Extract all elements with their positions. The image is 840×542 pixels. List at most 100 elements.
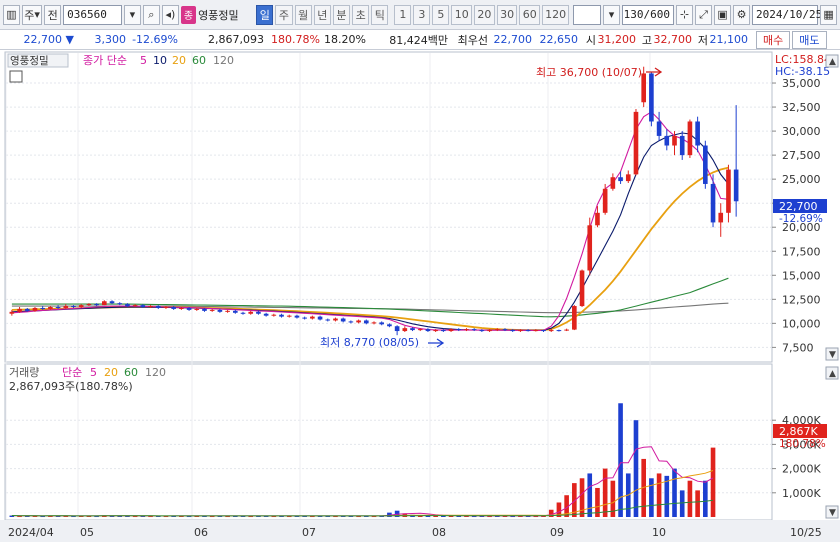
preset-5[interactable]: 5	[432, 4, 450, 25]
price-panel-name: 영풍정밀	[10, 55, 49, 67]
high-price: 32,700	[653, 33, 693, 46]
current-price-tag-value: 22,700	[779, 200, 818, 213]
interval-input[interactable]	[573, 4, 602, 25]
period-minute[interactable]: 분	[332, 4, 351, 25]
preset-20[interactable]: 20	[474, 4, 495, 25]
gear-icon[interactable]: ⚙	[733, 4, 751, 25]
preset-10[interactable]: 10	[451, 4, 473, 25]
candle-up	[633, 111, 639, 175]
period-month[interactable]: 월	[294, 4, 312, 25]
candle-down	[340, 318, 346, 322]
candle-up	[163, 307, 169, 309]
volume-bar	[687, 480, 693, 517]
preset-60[interactable]: 60	[519, 4, 541, 25]
candle-down	[394, 326, 400, 332]
candle-up	[371, 322, 377, 324]
candle-up	[595, 212, 600, 226]
candle-up	[402, 328, 408, 332]
price-tick-label: 7,500	[782, 341, 814, 354]
candle-up	[687, 121, 693, 156]
stock-chart[interactable]: 7,50010,00012,50015,00017,50020,00022,50…	[0, 51, 840, 542]
candle-down	[279, 314, 284, 317]
candle-up	[672, 135, 677, 146]
period-tick[interactable]: 틱	[371, 4, 389, 25]
candle-up	[17, 308, 22, 312]
count-value: 130	[623, 8, 644, 21]
period-dropdown-label: 주	[24, 8, 35, 22]
candle-down	[525, 330, 531, 332]
candle-up	[148, 306, 153, 308]
candle-down	[325, 319, 331, 321]
count-total: /600	[643, 8, 671, 21]
count-input[interactable]: 130/600	[622, 4, 675, 25]
candle-up	[448, 329, 454, 332]
ma10-legend: 10	[153, 54, 167, 67]
candle-up	[209, 309, 215, 311]
candle-up	[487, 330, 492, 332]
candle-up	[102, 301, 107, 306]
ma20-legend: 20	[172, 54, 186, 67]
price-tick-label: 35,000	[782, 77, 821, 90]
candle-down	[618, 177, 623, 182]
interval-dropdown-icon[interactable]: ▾	[603, 4, 621, 25]
candle-up	[564, 329, 569, 331]
preset-30[interactable]: 30	[496, 4, 518, 25]
layout-icon[interactable]: ▥	[3, 4, 20, 25]
candle-up	[248, 311, 254, 314]
preset-3[interactable]: 3	[413, 4, 431, 25]
candle-up	[78, 305, 84, 308]
volume-bar	[602, 468, 608, 517]
buy-button[interactable]: 매수	[756, 30, 791, 49]
period-year[interactable]: 년	[313, 4, 331, 25]
candle-up	[86, 304, 92, 306]
candle-down	[556, 330, 562, 332]
candle-up	[9, 311, 15, 314]
volume-bar	[633, 420, 639, 517]
volume-tag-value: 2,867K	[779, 425, 818, 438]
period-week[interactable]: 주	[275, 4, 293, 25]
period-dropdown[interactable]: 주 ▾	[22, 4, 43, 25]
search-icon[interactable]: ⌕	[142, 4, 160, 25]
fullscreen-icon[interactable]: ⤢	[695, 4, 713, 25]
period-day[interactable]: 일	[256, 4, 274, 25]
period-second[interactable]: 초	[352, 4, 370, 25]
crosshair-icon[interactable]: ⊹	[676, 4, 694, 25]
code-dropdown-icon[interactable]: ▾	[123, 4, 141, 25]
volume-label: 거래량	[9, 366, 39, 379]
candle-down	[24, 308, 30, 311]
candle-up	[718, 212, 724, 223]
preset-1[interactable]: 1	[394, 4, 412, 25]
candle-up	[533, 330, 539, 332]
turnover-rate: 18.20%	[324, 33, 366, 46]
candle-up	[587, 225, 593, 271]
candle-down	[125, 304, 130, 307]
speaker-icon[interactable]: ◂)	[161, 4, 179, 25]
candle-down	[217, 309, 223, 312]
price-tick-label: 15,000	[782, 269, 821, 282]
preset-120[interactable]: 120	[542, 4, 570, 25]
candle-down	[117, 303, 123, 305]
date-input[interactable]: 2024/10/25	[752, 4, 822, 25]
time-tick-label: 07	[302, 526, 316, 539]
candle-down	[649, 73, 654, 122]
time-tick-label: 10	[652, 526, 666, 539]
price-tick-label: 10,000	[782, 317, 821, 330]
candle-up	[625, 174, 631, 182]
save-icon[interactable]: ▣	[714, 4, 732, 25]
volume-tag-pct: 180.78%	[779, 438, 826, 450]
candle-up	[417, 329, 423, 331]
calendar-icon[interactable]: ▦	[820, 4, 838, 25]
candle-down	[348, 321, 354, 323]
table-icon[interactable]	[9, 70, 23, 83]
stock-type-badge: 종	[180, 5, 197, 24]
sell-button[interactable]: 매도	[792, 30, 827, 49]
low-annotation: 최저 8,770 (08/05)	[320, 336, 419, 349]
stock-code-input[interactable]: 036560	[63, 4, 122, 25]
vol-ma120-legend: 120	[145, 366, 166, 379]
candle-down	[232, 310, 238, 313]
volume-scroll-up-icon: ▲	[829, 369, 836, 379]
prev-button[interactable]: 전	[44, 4, 62, 25]
candle-up	[579, 270, 585, 307]
candle-down	[479, 330, 485, 332]
candle-down	[171, 307, 176, 309]
